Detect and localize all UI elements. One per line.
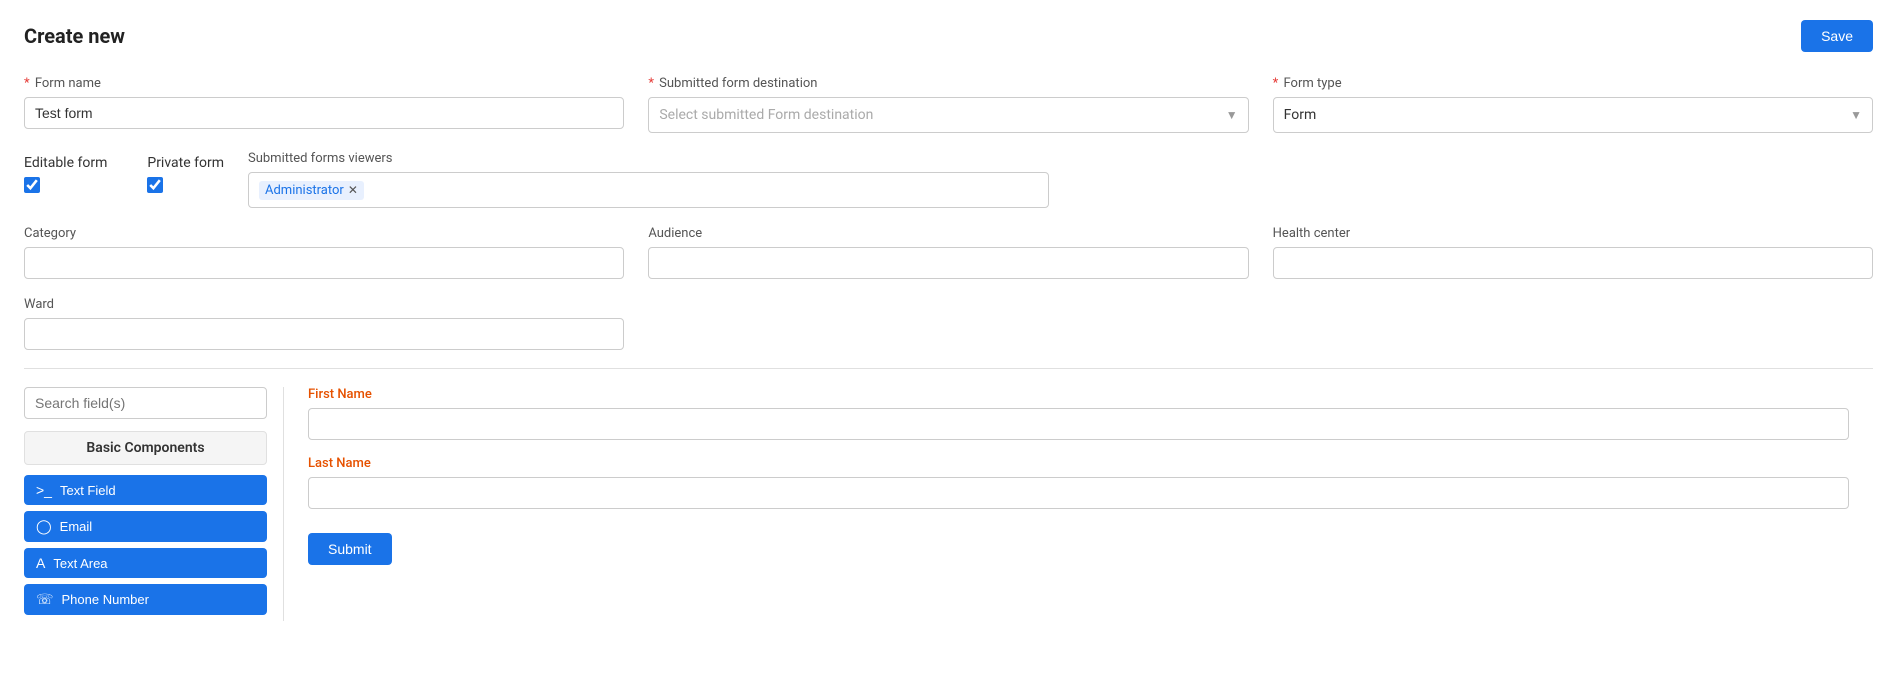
save-button[interactable]: Save: [1801, 20, 1873, 52]
text-field-label: Text Field: [60, 483, 116, 498]
form-name-input[interactable]: [24, 97, 624, 129]
administrator-tag: Administrator ✕: [259, 181, 364, 200]
category-input[interactable]: [24, 247, 624, 279]
chevron-down-icon: ▼: [1850, 108, 1862, 122]
email-icon: ◯: [36, 518, 52, 535]
private-form-group: Private form: [147, 155, 224, 197]
form-type-label: * Form type: [1273, 76, 1873, 91]
text-area-component-button[interactable]: A Text Area: [24, 548, 267, 578]
ward-label: Ward: [24, 297, 624, 312]
text-area-icon: A: [36, 555, 45, 571]
first-name-label: First Name: [308, 387, 1849, 402]
last-name-label: Last Name: [308, 456, 1849, 471]
form-canvas: First Name Last Name Submit: [284, 387, 1873, 621]
health-center-label: Health center: [1273, 226, 1873, 241]
category-label: Category: [24, 226, 624, 241]
private-form-label: Private form: [147, 155, 224, 171]
phone-number-label: Phone Number: [62, 592, 149, 607]
page: Create new Save * Form name * Submitted …: [0, 0, 1897, 641]
email-component-button[interactable]: ◯ Email: [24, 511, 267, 542]
first-name-field-group: First Name: [308, 387, 1849, 440]
sidebar: Basic Components >_ Text Field ◯ Email A…: [24, 387, 284, 621]
text-field-component-button[interactable]: >_ Text Field: [24, 475, 267, 505]
audience-input[interactable]: [648, 247, 1248, 279]
editable-form-checkbox[interactable]: [24, 177, 40, 193]
page-title: Create new: [24, 24, 125, 48]
phone-number-icon: ☏: [36, 591, 54, 608]
text-field-icon: >_: [36, 482, 52, 498]
submitted-forms-viewers-group: Submitted forms viewers Administrator ✕: [248, 151, 1049, 208]
remove-administrator-tag[interactable]: ✕: [348, 183, 358, 197]
private-form-checkbox[interactable]: [147, 177, 163, 193]
last-name-input[interactable]: [308, 477, 1849, 509]
header: Create new Save: [24, 20, 1873, 52]
form-type-select[interactable]: Form ▼: [1273, 97, 1873, 133]
submitted-forms-viewers-input[interactable]: Administrator ✕: [248, 172, 1049, 208]
submitted-form-destination-placeholder: Select submitted Form destination: [659, 107, 873, 123]
health-center-input[interactable]: [1273, 247, 1873, 279]
submitted-form-destination-label: * Submitted form destination: [648, 76, 1248, 91]
category-group: Category: [24, 226, 624, 279]
ward-group: Ward: [24, 297, 624, 350]
text-area-label: Text Area: [53, 556, 107, 571]
search-fields-input[interactable]: [24, 387, 267, 419]
editable-form-group: Editable form: [24, 155, 107, 197]
audience-group: Audience: [648, 226, 1248, 279]
form-type-group: * Form type Form ▼: [1273, 76, 1873, 133]
sidebar-section-title: Basic Components: [24, 431, 267, 465]
first-name-input[interactable]: [308, 408, 1849, 440]
last-name-field-group: Last Name: [308, 456, 1849, 509]
chevron-down-icon: ▼: [1226, 108, 1238, 122]
submit-button[interactable]: Submit: [308, 533, 392, 565]
form-type-value: Form: [1284, 107, 1317, 123]
bottom-section: Basic Components >_ Text Field ◯ Email A…: [24, 387, 1873, 621]
submitted-form-destination-group: * Submitted form destination Select subm…: [648, 76, 1248, 133]
ward-row: Ward: [24, 297, 1873, 350]
divider: [24, 368, 1873, 369]
email-label: Email: [60, 519, 93, 534]
category-row: Category Audience Health center: [24, 226, 1873, 279]
top-form-row: * Form name * Submitted form destination…: [24, 76, 1873, 133]
submitted-forms-viewers-label: Submitted forms viewers: [248, 151, 1049, 166]
form-name-group: * Form name: [24, 76, 624, 133]
ward-input[interactable]: [24, 318, 624, 350]
audience-label: Audience: [648, 226, 1248, 241]
phone-number-component-button[interactable]: ☏ Phone Number: [24, 584, 267, 615]
submitted-form-destination-select[interactable]: Select submitted Form destination ▼: [648, 97, 1248, 133]
health-center-group: Health center: [1273, 226, 1873, 279]
editable-form-label: Editable form: [24, 155, 107, 171]
form-name-label: * Form name: [24, 76, 624, 91]
